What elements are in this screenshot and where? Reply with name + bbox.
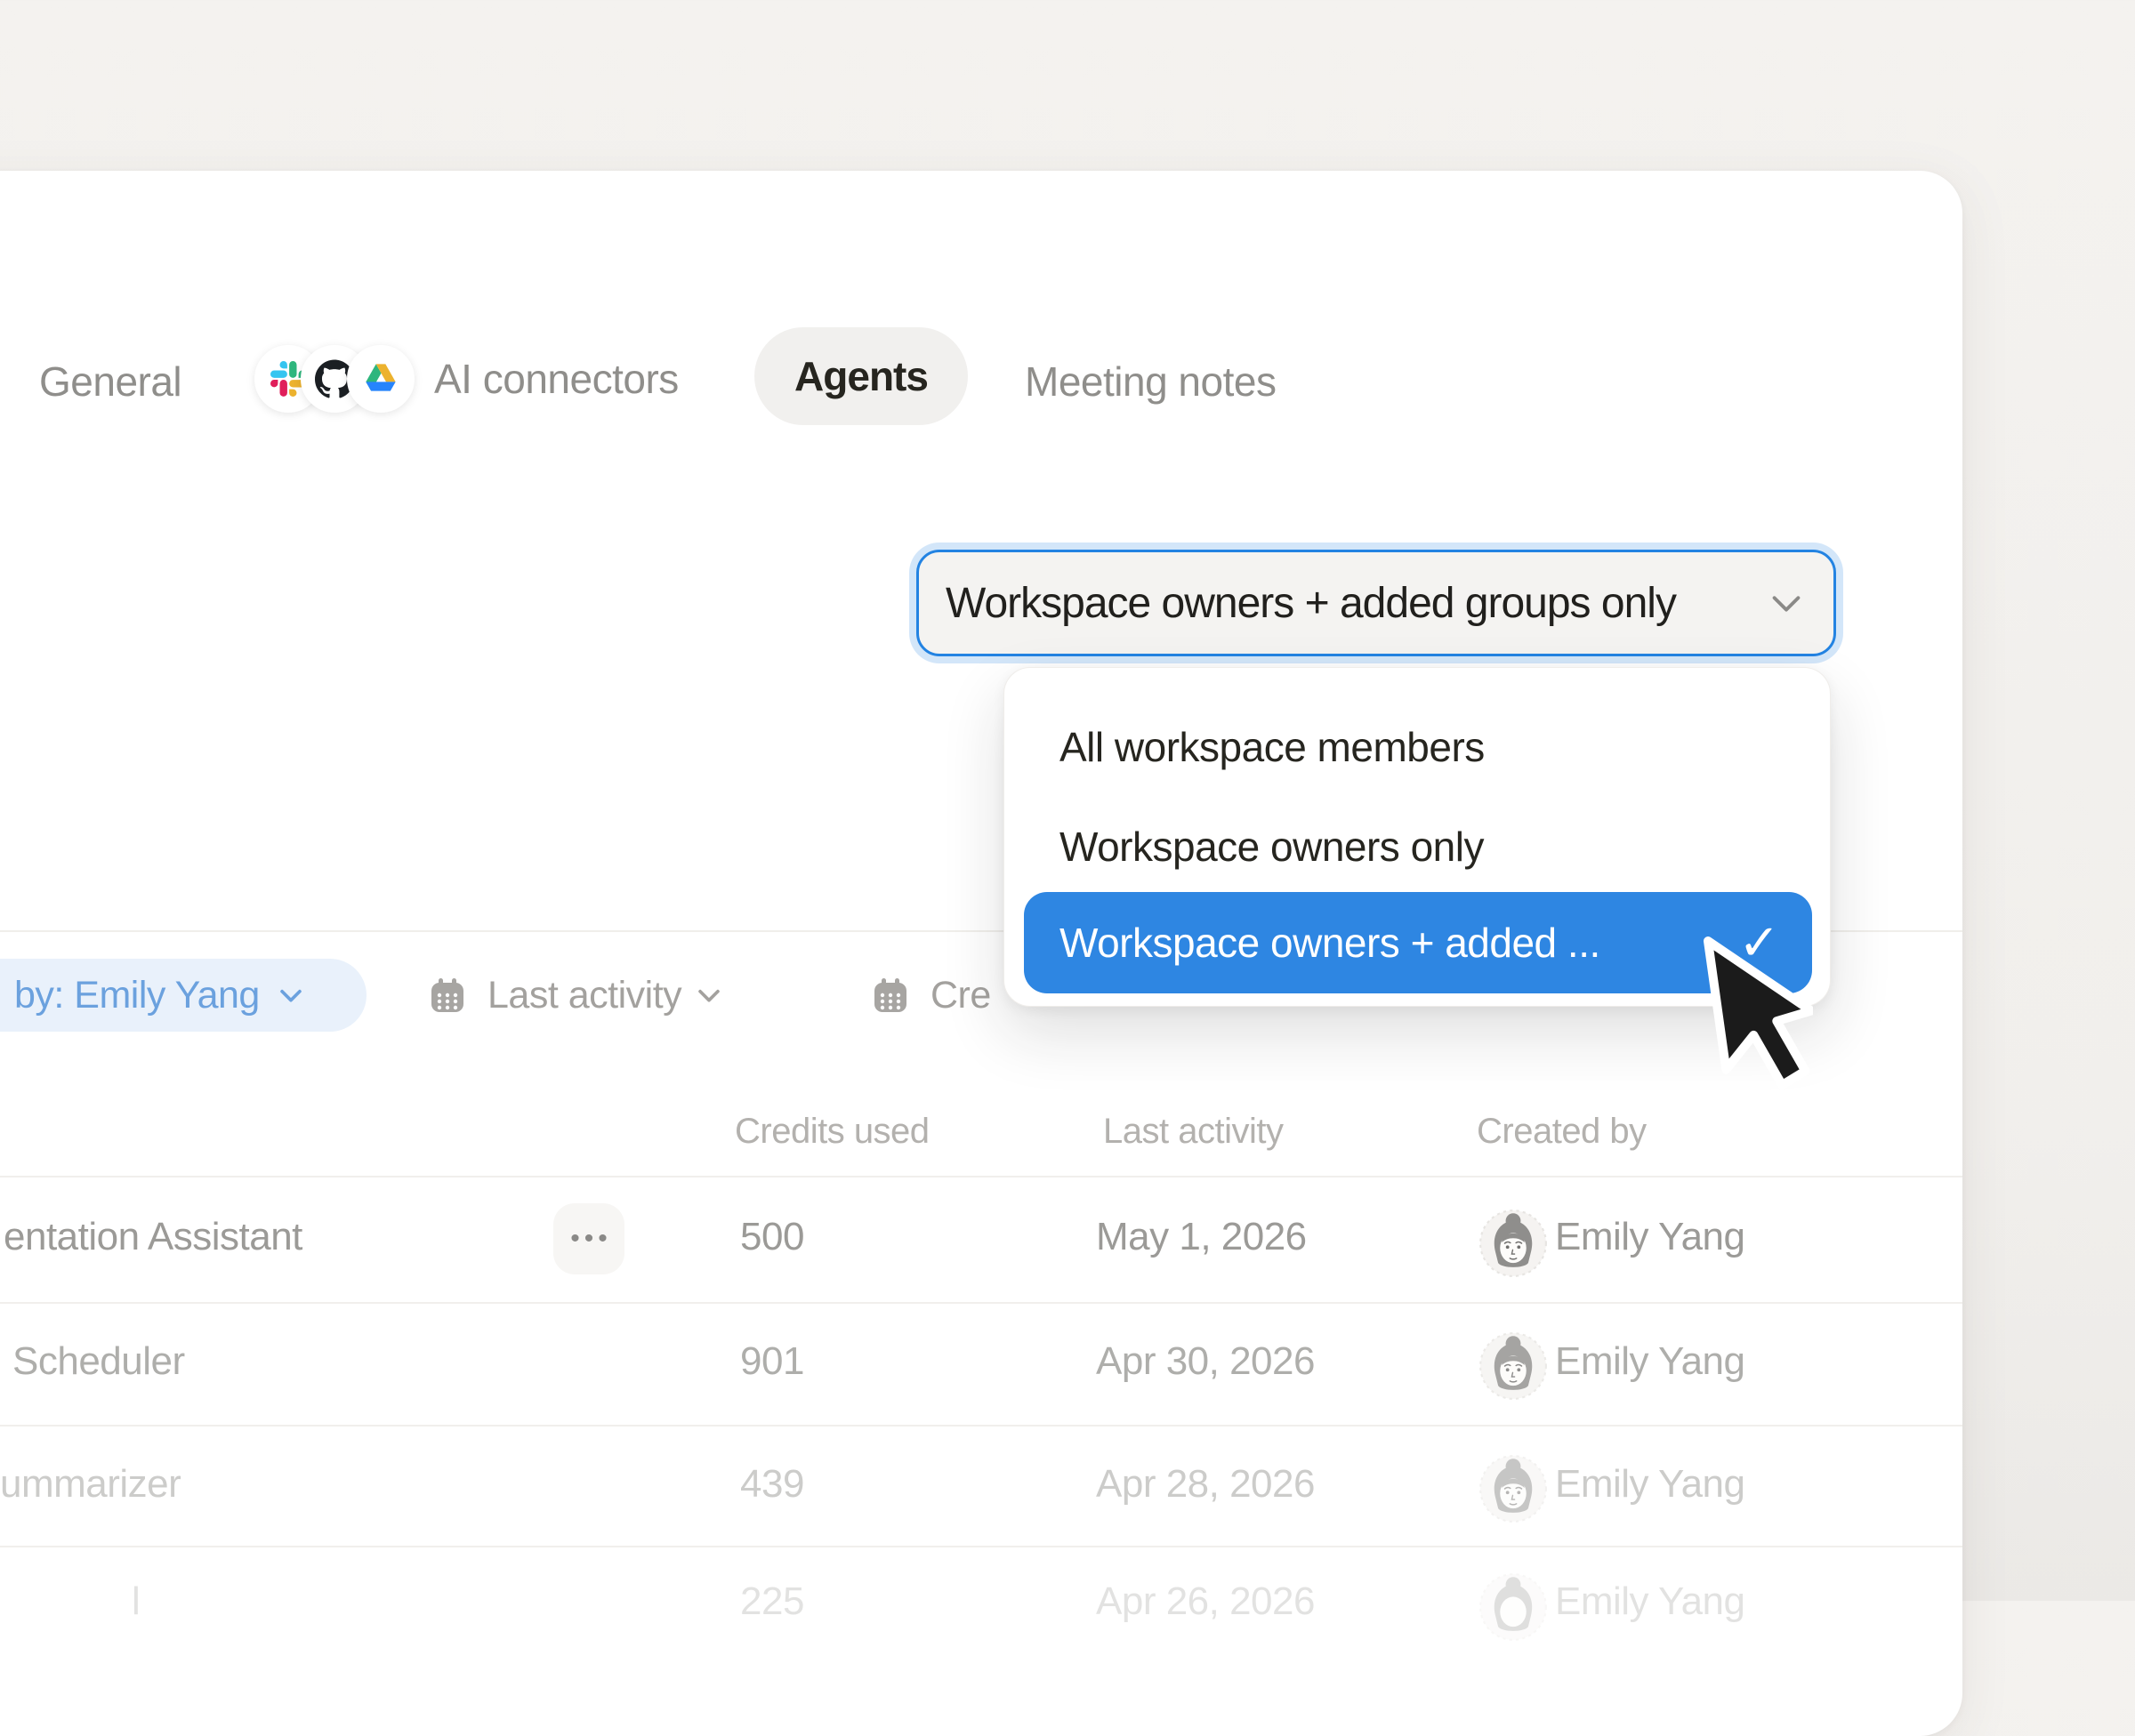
filter-chip-last-activity[interactable]: Last activity — [427, 959, 724, 1032]
avatar — [1478, 1572, 1548, 1642]
avatar — [1478, 1209, 1548, 1278]
column-header-credits-used[interactable]: Credits used — [735, 1112, 930, 1152]
agent-name: ummarizer — [0, 1462, 181, 1507]
table-row[interactable]: l 225 Apr 26, 2026 Emily Yang — [0, 1546, 1962, 1670]
credits-used-cell: 225 — [740, 1579, 804, 1624]
created-by-cell: Emily Yang — [1555, 1462, 1744, 1507]
row-menu-button[interactable]: ••• — [553, 1203, 624, 1274]
menu-option-workspace-owners-added-selected[interactable]: Workspace owners + added ... ✓ — [1024, 892, 1812, 993]
chevron-down-icon — [694, 980, 724, 1010]
chevron-down-icon — [1766, 583, 1807, 623]
created-by-cell: Emily Yang — [1555, 1215, 1744, 1259]
filter-chip-last-activity-label: Last activity — [487, 974, 681, 1017]
tab-general[interactable]: General — [39, 358, 181, 406]
calendar-icon — [870, 975, 911, 1016]
last-activity-cell: Apr 28, 2026 — [1096, 1462, 1315, 1507]
table-row[interactable]: ummarizer 439 Apr 28, 2026 Emily Yang — [0, 1425, 1962, 1546]
tab-agents-label: Agents — [794, 352, 928, 400]
chevron-down-icon — [276, 980, 306, 1010]
filter-chip-created-by[interactable]: by: Emily Yang — [0, 959, 367, 1032]
created-by-cell: Emily Yang — [1555, 1579, 1744, 1624]
credits-used-cell: 901 — [740, 1339, 804, 1384]
last-activity-cell: Apr 26, 2026 — [1096, 1579, 1315, 1624]
menu-option-all-workspace-members[interactable]: All workspace members — [1059, 723, 1485, 771]
selected-option-label: Workspace owners + added ... — [1059, 919, 1600, 967]
avatar — [1478, 1331, 1548, 1401]
last-activity-cell: Apr 30, 2026 — [1096, 1339, 1315, 1384]
table-row[interactable]: Scheduler 901 Apr 30, 2026 Emily Yang — [0, 1302, 1962, 1425]
avatar — [1478, 1454, 1548, 1523]
google-drive-icon — [347, 345, 415, 413]
permission-dropdown-button[interactable]: Workspace owners + added groups only — [916, 550, 1836, 656]
tab-meeting-notes[interactable]: Meeting notes — [1025, 358, 1276, 406]
filter-chip-created-by-label: by: Emily Yang — [14, 974, 260, 1017]
filter-chip-created[interactable]: Cre — [870, 959, 991, 1032]
last-activity-cell: May 1, 2026 — [1096, 1215, 1307, 1259]
filter-chip-created-label: Cre — [931, 974, 991, 1017]
menu-option-workspace-owners-only[interactable]: Workspace owners only — [1059, 823, 1484, 871]
table-row[interactable]: entation Assistant ••• 500 May 1, 2026 E… — [0, 1176, 1962, 1302]
permission-dropdown-value: Workspace owners + added groups only — [946, 579, 1676, 628]
credits-used-cell: 500 — [740, 1215, 804, 1259]
tab-ai-connectors[interactable]: AI connectors — [254, 338, 679, 420]
mouse-cursor — [1697, 936, 1813, 1122]
connector-icon-cluster — [254, 338, 420, 420]
agent-name: Scheduler — [12, 1339, 185, 1384]
column-header-last-activity[interactable]: Last activity — [1103, 1112, 1283, 1152]
credits-used-cell: 439 — [740, 1462, 804, 1507]
created-by-cell: Emily Yang — [1555, 1339, 1744, 1384]
agent-name: entation Assistant — [4, 1215, 302, 1259]
tab-agents[interactable]: Agents — [754, 327, 968, 425]
tab-ai-connectors-label: AI connectors — [434, 355, 679, 403]
column-header-created-by[interactable]: Created by — [1477, 1112, 1647, 1152]
agent-name: l — [132, 1579, 140, 1624]
calendar-icon — [427, 975, 468, 1016]
